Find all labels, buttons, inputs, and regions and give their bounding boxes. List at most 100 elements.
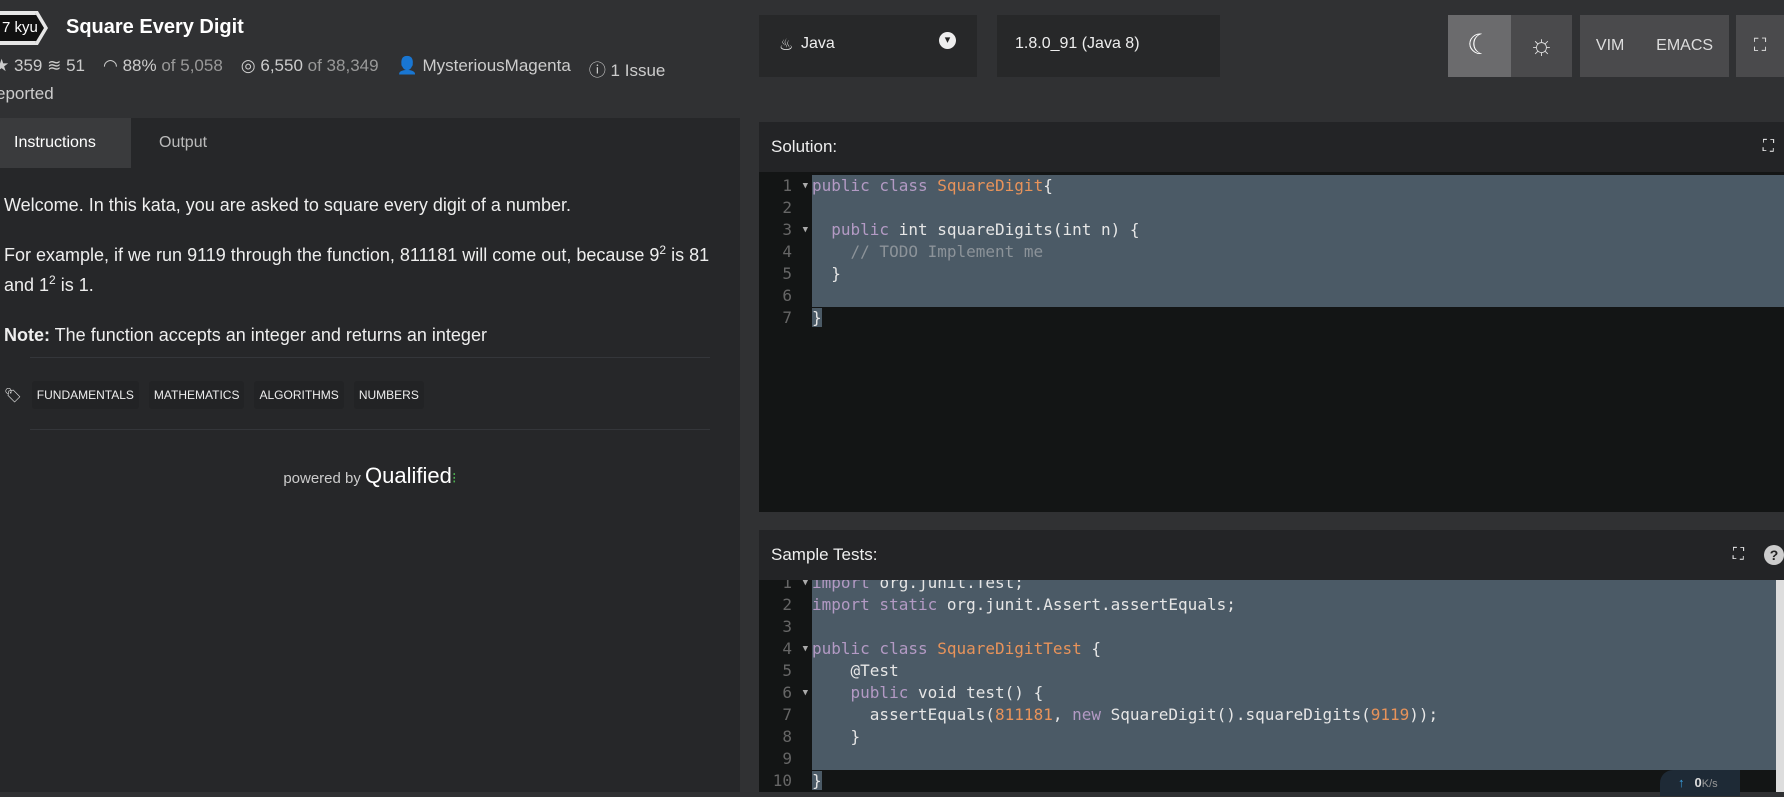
line-number: 5 bbox=[782, 661, 792, 680]
line-number: 2 bbox=[782, 595, 792, 614]
code-token: int squareDigits(int n) { bbox=[898, 220, 1140, 239]
target-icon: ◎ bbox=[240, 56, 256, 75]
line-number: 7 bbox=[782, 308, 792, 327]
code-token: { bbox=[1043, 176, 1053, 195]
help-icon[interactable]: ? bbox=[1764, 545, 1784, 565]
fold-arrow-icon[interactable]: ▼ bbox=[803, 638, 808, 660]
code-text: } bbox=[812, 726, 1784, 748]
fullscreen-button[interactable]: ⛶ bbox=[1736, 15, 1784, 77]
network-speed-widget: ↑ 0K/s bbox=[1660, 770, 1740, 796]
code-text: } bbox=[812, 307, 1784, 329]
line-number: 4 bbox=[782, 242, 792, 261]
code-line: 5 @Test bbox=[759, 660, 1784, 682]
fold-arrow-icon[interactable]: ▼ bbox=[803, 175, 808, 197]
code-text: public int squareDigits(int n) { bbox=[812, 219, 1784, 241]
code-token: } bbox=[812, 771, 822, 790]
line-number: 7 bbox=[782, 705, 792, 724]
expand-icon[interactable]: ⛶ bbox=[1733, 530, 1744, 580]
line-number: 6 ▼ bbox=[782, 682, 808, 704]
code-token: SquareDigit().squareDigits( bbox=[1110, 705, 1371, 724]
vim-button[interactable]: VIM bbox=[1596, 37, 1624, 55]
powered-by[interactable]: powered by Qualified⁝ bbox=[0, 463, 740, 489]
gauge-icon: ◠ bbox=[103, 56, 118, 75]
line-number: 10 bbox=[772, 771, 792, 790]
line-number: 3 bbox=[782, 617, 792, 636]
tab-instructions[interactable]: Instructions bbox=[0, 118, 131, 168]
divider bbox=[30, 429, 710, 430]
code-token: public bbox=[831, 220, 899, 239]
code-token: , bbox=[1052, 705, 1073, 724]
tag[interactable]: ALGORITHMS bbox=[254, 381, 344, 409]
tabs: Instructions Output bbox=[0, 118, 221, 168]
user-icon: 👤 bbox=[396, 56, 418, 75]
dark-theme-button[interactable]: ☾ bbox=[1448, 15, 1511, 77]
code-text: import static org.junit.Assert.assertEqu… bbox=[812, 594, 1784, 616]
emacs-button[interactable]: EMACS bbox=[1656, 37, 1713, 55]
code-token: )); bbox=[1409, 705, 1439, 724]
stars-stat[interactable]: ★ 359 ≋ 51 bbox=[0, 56, 85, 81]
kata-title: Square Every Digit bbox=[66, 16, 244, 38]
keymap-buttons: VIM EMACS bbox=[1580, 15, 1729, 77]
collections-icon: ≋ bbox=[47, 56, 62, 75]
fold-arrow-icon[interactable]: ▼ bbox=[803, 219, 808, 241]
java-icon: ♨ bbox=[779, 37, 794, 54]
line-number: 9 bbox=[782, 749, 792, 768]
issues-link-cont[interactable]: eported bbox=[0, 84, 54, 104]
completed-stat: ◎ 6,550 of 38,349 bbox=[240, 56, 379, 75]
rank-badge: 7 kyu bbox=[0, 13, 44, 43]
code-text: public void test() { bbox=[812, 682, 1784, 704]
tag[interactable]: NUMBERS bbox=[353, 381, 424, 409]
scrollbar[interactable] bbox=[1776, 580, 1784, 792]
code-token: public class bbox=[812, 176, 938, 195]
code-text: } bbox=[812, 263, 1784, 285]
code-line: 4 ▼ public class SquareDigitTest { bbox=[759, 638, 1784, 660]
code-line: 6 bbox=[759, 285, 1784, 307]
instructions-text: Welcome. In this kata, you are asked to … bbox=[4, 190, 724, 370]
code-line: 3 bbox=[759, 616, 1784, 638]
language-select[interactable]: ♨ Java ▾ bbox=[759, 15, 977, 77]
version-select[interactable]: 1.8.0_91 (Java 8) bbox=[997, 15, 1220, 77]
instructions-panel: Instructions Output Welcome. In this kat… bbox=[0, 118, 740, 792]
light-theme-button[interactable]: ☼ bbox=[1511, 15, 1572, 77]
code-text bbox=[812, 285, 1784, 307]
code-text: public class SquareDigitTest { bbox=[812, 638, 1784, 660]
code-text: } bbox=[812, 770, 1784, 792]
code-token: public class bbox=[812, 639, 938, 658]
tab-output[interactable]: Output bbox=[131, 118, 221, 168]
upload-arrow-icon: ↑ bbox=[1678, 775, 1685, 790]
code-line: 5 } bbox=[759, 263, 1784, 285]
expand-icon[interactable]: ⛶ bbox=[1763, 122, 1774, 172]
code-line: 2 bbox=[759, 197, 1784, 219]
code-line: 4 // TODO Implement me bbox=[759, 241, 1784, 263]
tag[interactable]: MATHEMATICS bbox=[148, 381, 245, 409]
code-token: org.junit.Assert.assertEquals; bbox=[946, 595, 1236, 614]
line-number: 1 ▼ bbox=[782, 175, 808, 197]
code-text: public class SquareDigit{ bbox=[812, 175, 1784, 197]
code-line: 7 assertEquals(811181, new SquareDigit()… bbox=[759, 704, 1784, 726]
code-text: @Test bbox=[812, 660, 1784, 682]
sample-tests-editor[interactable]: 1 ▼ import org.junit.Test; 2 import static o… bbox=[759, 580, 1784, 792]
code-line: 1 ▼ import org.junit.Test; bbox=[759, 580, 1784, 594]
kata-header: 7 kyu Square Every Digit ★ 359 ≋ 51 ◠ 88… bbox=[0, 0, 1784, 118]
chevron-down-icon: ▾ bbox=[939, 32, 956, 49]
code-token: org.junit.Test; bbox=[879, 580, 1024, 592]
sun-icon: ☼ bbox=[1528, 29, 1555, 60]
code-text: // TODO Implement me bbox=[812, 241, 1784, 263]
author-link[interactable]: 👤 MysteriousMagenta bbox=[397, 56, 571, 81]
code-text bbox=[812, 616, 1784, 638]
code-line: 1 ▼ public class SquareDigit{ bbox=[759, 175, 1784, 197]
star-icon: ★ bbox=[0, 56, 10, 75]
tag[interactable]: FUNDAMENTALS bbox=[31, 381, 139, 409]
moon-icon: ☾ bbox=[1466, 29, 1493, 60]
issues-link[interactable]: ⓘ 1 Issue bbox=[589, 56, 666, 81]
code-token: } bbox=[812, 727, 861, 746]
code-token: void test() { bbox=[917, 683, 1044, 702]
code-token: SquareDigitTest bbox=[937, 639, 1092, 658]
code-token: import bbox=[812, 580, 880, 592]
paragraph: Welcome. In this kata, you are asked to … bbox=[4, 195, 571, 215]
solution-editor[interactable]: 1 ▼ public class SquareDigit{2 3 ▼ public in… bbox=[759, 172, 1784, 512]
code-token: new bbox=[1072, 705, 1111, 724]
fold-arrow-icon[interactable]: ▼ bbox=[803, 580, 808, 594]
fold-arrow-icon[interactable]: ▼ bbox=[803, 682, 808, 704]
